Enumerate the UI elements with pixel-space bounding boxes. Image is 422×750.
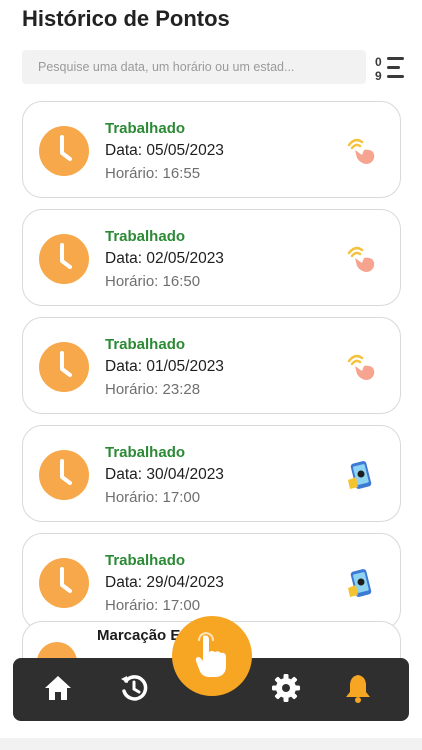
time-label: Horário: 17:00 xyxy=(105,489,201,506)
clock-icon xyxy=(39,234,89,284)
status-label: Trabalhado xyxy=(105,120,186,137)
bell-icon[interactable] xyxy=(342,672,374,704)
time-label: Horário: 23:28 xyxy=(105,381,201,398)
date-label: Data: 29/04/2023 xyxy=(105,574,224,591)
hand-tap-icon xyxy=(347,246,375,272)
svg-text:9: 9 xyxy=(375,69,382,82)
status-label: Trabalhado xyxy=(105,336,186,353)
status-label: Trabalhado xyxy=(105,228,186,245)
list-item[interactable]: Trabalhado Data: 01/05/2023 Horário: 23:… xyxy=(22,317,401,414)
hand-tap-icon xyxy=(347,354,375,380)
punch-clock-button[interactable] xyxy=(172,616,252,696)
clock-icon xyxy=(39,450,89,500)
phone-app-icon xyxy=(348,461,372,489)
list-item[interactable]: Trabalhado Data: 05/05/2023 Horário: 16:… xyxy=(22,101,401,198)
status-label: Trabalhado xyxy=(105,444,186,461)
home-icon[interactable] xyxy=(42,672,74,704)
gear-icon[interactable] xyxy=(270,672,302,704)
time-label: Horário: 16:55 xyxy=(105,165,201,182)
status-label: Trabalhado xyxy=(105,552,186,569)
svg-text:0: 0 xyxy=(375,55,382,69)
page-title: Histórico de Pontos xyxy=(22,6,230,31)
time-label: Horário: 17:00 xyxy=(105,597,201,614)
hand-pointer-icon xyxy=(195,632,226,677)
time-label: Horário: 16:50 xyxy=(105,273,201,290)
clock-icon xyxy=(39,126,89,176)
date-label: Data: 05/05/2023 xyxy=(105,142,224,159)
search-input[interactable] xyxy=(22,50,366,84)
home-indicator-area xyxy=(0,738,422,750)
clock-icon xyxy=(39,342,89,392)
list-item[interactable]: Trabalhado Data: 02/05/2023 Horário: 16:… xyxy=(22,209,401,306)
date-label: Data: 30/04/2023 xyxy=(105,466,224,483)
hand-tap-icon xyxy=(347,138,375,164)
date-label: Data: 01/05/2023 xyxy=(105,358,224,375)
date-label: Data: 02/05/2023 xyxy=(105,250,224,267)
history-icon[interactable] xyxy=(118,672,150,704)
list-item[interactable]: Trabalhado Data: 30/04/2023 Horário: 17:… xyxy=(22,425,401,522)
phone-app-icon xyxy=(348,569,372,597)
clock-icon xyxy=(39,558,89,608)
sort-numeric-icon[interactable]: 0 9 xyxy=(374,54,406,82)
